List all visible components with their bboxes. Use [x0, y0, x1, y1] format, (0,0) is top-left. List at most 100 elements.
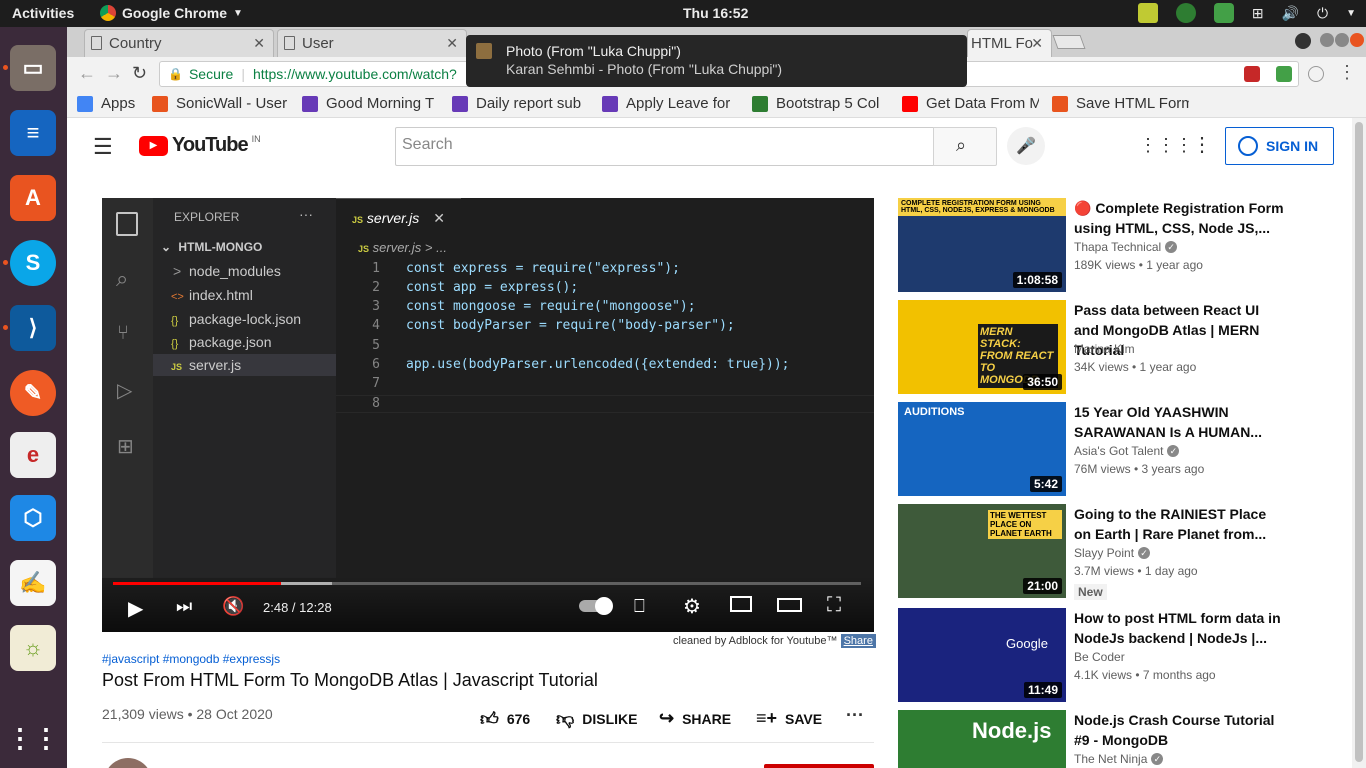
mic-icon[interactable]: 🎤 [1007, 127, 1045, 165]
menu-icon[interactable]: ⋮ [1338, 62, 1356, 83]
share-button[interactable]: ↪ SHARE [659, 708, 731, 729]
video-thumbnail[interactable]: AUDITIONS 5:42 [898, 402, 1066, 496]
channel-avatar[interactable] [104, 758, 152, 768]
video-thumbnail[interactable]: Node.js [898, 710, 1066, 768]
document-viewer-icon[interactable]: e [10, 432, 56, 478]
subtitles-icon[interactable]: ⎕ [634, 596, 645, 617]
subscribe-button[interactable] [764, 764, 874, 768]
extension-icon[interactable] [1244, 66, 1260, 82]
notification-popup[interactable]: Photo (From "Luka Chuppi") Karan Sehmbi … [466, 35, 967, 87]
software-center-icon[interactable]: A [10, 175, 56, 221]
brightness-icon[interactable]: ☼ [10, 625, 56, 671]
postman-icon[interactable]: ✎ [10, 370, 56, 416]
scrollbar-thumb[interactable] [1355, 122, 1363, 762]
close-icon[interactable]: ✕ [446, 35, 458, 52]
play-logo-icon: ▶ [139, 135, 168, 156]
bookmark-bootstrap[interactable]: Bootstrap 5 Col [752, 95, 889, 112]
video-thumbnail[interactable]: THE WETTEST PLACE ON PLANET EARTH 21:00 [898, 504, 1066, 598]
sync-icon[interactable] [1175, 3, 1196, 23]
dislike-button[interactable]: 👎︎ DISLIKE [556, 708, 638, 730]
forward-button[interactable]: → [105, 63, 123, 84]
settings-dots-icon[interactable]: ⋮ [1192, 132, 1212, 157]
save-button[interactable]: ≡+ SAVE [756, 708, 822, 729]
fullscreen-icon[interactable]: ⛶ [827, 594, 841, 617]
hamburger-menu-icon[interactable]: ☰ [93, 134, 113, 160]
progress-bar[interactable] [113, 582, 861, 585]
hashtags[interactable]: #javascript #mongodb #expressjs [102, 652, 280, 666]
chevron-down-icon[interactable]: ▼ [1346, 8, 1356, 19]
text-editor-icon[interactable]: ✍ [10, 560, 56, 606]
adblock-share-button[interactable]: Share [840, 634, 876, 648]
maximize-button[interactable] [1335, 33, 1349, 47]
file-item: {} package-lock.json [171, 311, 301, 327]
network-icon[interactable]: ⊞ [1252, 5, 1264, 22]
reload-button[interactable]: ↻ [132, 63, 147, 84]
video-player[interactable]: ⌕ ⑂ ▷ ⊞ EXPLORER ··· ⌄ HTML-MONGO > node_… [102, 198, 874, 632]
theater-mode-icon[interactable] [777, 598, 802, 612]
new-tab-button[interactable] [1052, 35, 1086, 49]
close-window-button[interactable] [1350, 33, 1364, 47]
video-thumbnail[interactable]: MERN STACK: FROM REACT TO MONGODB 36:50 [898, 300, 1066, 394]
power-icon[interactable]: ⏻ [1317, 5, 1328, 22]
files-icon[interactable]: ▭ [10, 45, 56, 91]
video-thumbnail[interactable]: Google 11:49 [898, 608, 1066, 702]
tab-html-form[interactable]: HTML Fo ✕ [967, 29, 1052, 57]
breadcrumb-text: server.js > ... [372, 240, 447, 255]
show-apps-icon[interactable]: ⋮⋮ [7, 715, 59, 761]
recommendation-item[interactable]: Node.js Node.js Crash Course Tutorial #9… [898, 710, 1338, 768]
youtube-page: ☰ ▶ YouTube IN Search ⌕ 🎤 ⋮⋮⋮ ⋮ SIGN IN … [67, 118, 1352, 768]
like-button[interactable]: 👍︎ 676 [480, 708, 530, 730]
recommendation-item[interactable]: THE WETTEST PLACE ON PLANET EARTH 21:00 … [898, 504, 1338, 600]
bookmark-save-html[interactable]: Save HTML Form [1052, 95, 1189, 112]
activities-button[interactable]: Activities [12, 5, 74, 21]
settings-gear-icon[interactable]: ⚙ [683, 594, 701, 619]
recommendation-item[interactable]: AUDITIONS 5:42 15 Year Old YAASHWIN SARA… [898, 402, 1338, 498]
sign-in-button[interactable]: SIGN IN [1225, 127, 1334, 165]
minimize-button[interactable] [1320, 33, 1334, 47]
skype-icon[interactable]: S [10, 240, 56, 286]
vscode-icon[interactable]: ⟩ [10, 305, 56, 351]
bookmark-apps[interactable]: Apps [77, 95, 147, 112]
recommendation-item[interactable]: Google 11:49 How to post HTML form data … [898, 608, 1338, 704]
search-input[interactable]: Search [395, 127, 934, 166]
writer-icon[interactable]: ≡ [10, 110, 56, 156]
duration-badge: 21:00 [1023, 578, 1062, 594]
account-icon [1238, 136, 1258, 156]
tab-country[interactable]: Country ✕ [84, 29, 274, 57]
update-icon[interactable] [1213, 3, 1234, 23]
tab-user[interactable]: User ✕ [277, 29, 467, 57]
share-icon: ↪ [659, 708, 675, 728]
extension-icon[interactable] [1276, 66, 1292, 82]
video-thumbnail[interactable]: COMPLETE REGISTRATION FORM USING HTML, C… [898, 198, 1066, 292]
thumbnail-caption: AUDITIONS [904, 406, 965, 418]
thumbnail-caption: Google [1006, 636, 1048, 651]
bookmark-daily-report[interactable]: Daily report sub [452, 95, 589, 112]
clock[interactable]: Thu 16:52 [683, 5, 748, 21]
back-button[interactable]: ← [78, 63, 96, 84]
youtube-logo[interactable]: ▶ YouTube IN [139, 134, 261, 157]
close-icon[interactable]: ✕ [253, 35, 265, 52]
bookmark-sonicwall[interactable]: SonicWall - User [152, 95, 287, 112]
sun-icon[interactable] [1137, 3, 1158, 23]
bookmark-apply-leave[interactable]: Apply Leave for [602, 95, 739, 112]
search-icon: ⌕ [956, 135, 967, 155]
apps-grid-icon[interactable]: ⋮⋮⋮ [1139, 135, 1193, 156]
app-hex-icon[interactable]: ⬡ [10, 495, 56, 541]
more-actions-icon[interactable]: ··· [846, 705, 864, 726]
volume-icon[interactable]: 🔊 [1282, 5, 1299, 22]
recommendation-item[interactable]: MERN STACK: FROM REACT TO MONGODB 36:50 … [898, 300, 1338, 396]
play-icon[interactable]: ▶ [128, 596, 143, 621]
search-button[interactable]: ⌕ [933, 127, 997, 166]
app-menu[interactable]: Google Chrome ▼ [100, 5, 243, 21]
extension-icon[interactable] [1308, 66, 1324, 82]
next-icon[interactable]: ⏭ [176, 596, 192, 617]
autoplay-toggle[interactable] [579, 597, 613, 615]
recommendation-item[interactable]: COMPLETE REGISTRATION FORM USING HTML, C… [898, 198, 1338, 294]
miniplayer-icon[interactable] [730, 596, 752, 612]
bookmark-good-morning[interactable]: Good Morning T [302, 95, 439, 112]
profile-icon[interactable] [1295, 33, 1311, 49]
close-icon[interactable]: ✕ [1031, 35, 1043, 52]
site-icon [1052, 95, 1068, 112]
mute-icon[interactable]: 🔇 [222, 596, 244, 617]
bookmark-get-data[interactable]: Get Data From M [902, 95, 1039, 112]
